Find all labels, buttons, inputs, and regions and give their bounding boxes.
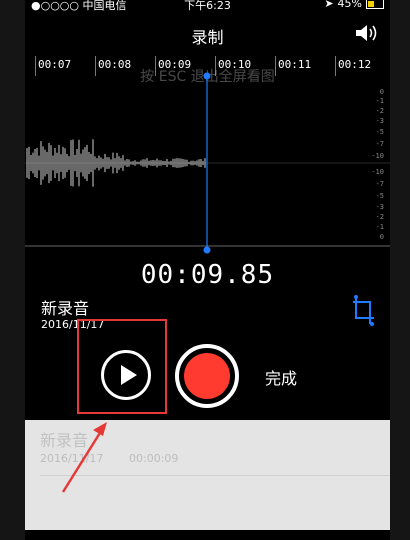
- done-button[interactable]: 完成: [265, 365, 297, 389]
- record-button[interactable]: [175, 344, 239, 408]
- db-label: -3: [375, 203, 384, 211]
- recording-name[interactable]: 新录音: [41, 295, 89, 319]
- annotation-highlight-box: [77, 319, 167, 414]
- db-label: -5: [375, 128, 384, 136]
- waveform-graphic: [25, 78, 390, 248]
- db-label: -10: [371, 168, 384, 176]
- db-label: 0: [379, 88, 384, 96]
- trim-icon[interactable]: [352, 294, 376, 328]
- db-label: -1: [375, 223, 384, 231]
- location-icon: ➤: [324, 0, 334, 10]
- list-item-date: 2016/11/17: [40, 452, 104, 465]
- phone-screen: ●○○○○ 中国电信 下午6:23 ➤ 45% 录制 00:07 00:08 0…: [25, 0, 390, 540]
- page-title: 录制: [191, 28, 224, 47]
- db-label: -2: [375, 213, 384, 221]
- db-label: -7: [375, 180, 384, 188]
- status-right: ➤ 45%: [324, 0, 384, 10]
- db-label: 0: [379, 233, 384, 241]
- list-item-duration: 00:00:09: [129, 452, 179, 465]
- recording-timer: 00:09.85: [140, 260, 275, 290]
- record-icon: [184, 353, 230, 399]
- battery-percent: 45%: [337, 0, 362, 10]
- status-bar: ●○○○○ 中国电信 下午6:23 ➤ 45%: [25, 0, 390, 14]
- list-item-name: 新录音: [40, 431, 89, 450]
- speaker-icon[interactable]: [354, 23, 380, 43]
- battery-icon: [366, 0, 384, 9]
- list-divider: [40, 475, 390, 476]
- db-label: -1: [375, 97, 384, 105]
- db-label: -2: [375, 107, 384, 115]
- recordings-list: 新录音 2016/11/17 00:00:09: [25, 420, 390, 530]
- db-label: -3: [375, 117, 384, 125]
- waveform-area[interactable]: 0 -1 -2 -3 -5 -7 -10 -10 -7 -5 -3 -2 -1 …: [25, 78, 390, 248]
- db-label: -7: [375, 140, 384, 148]
- db-label: -5: [375, 192, 384, 200]
- db-label: -10: [371, 152, 384, 160]
